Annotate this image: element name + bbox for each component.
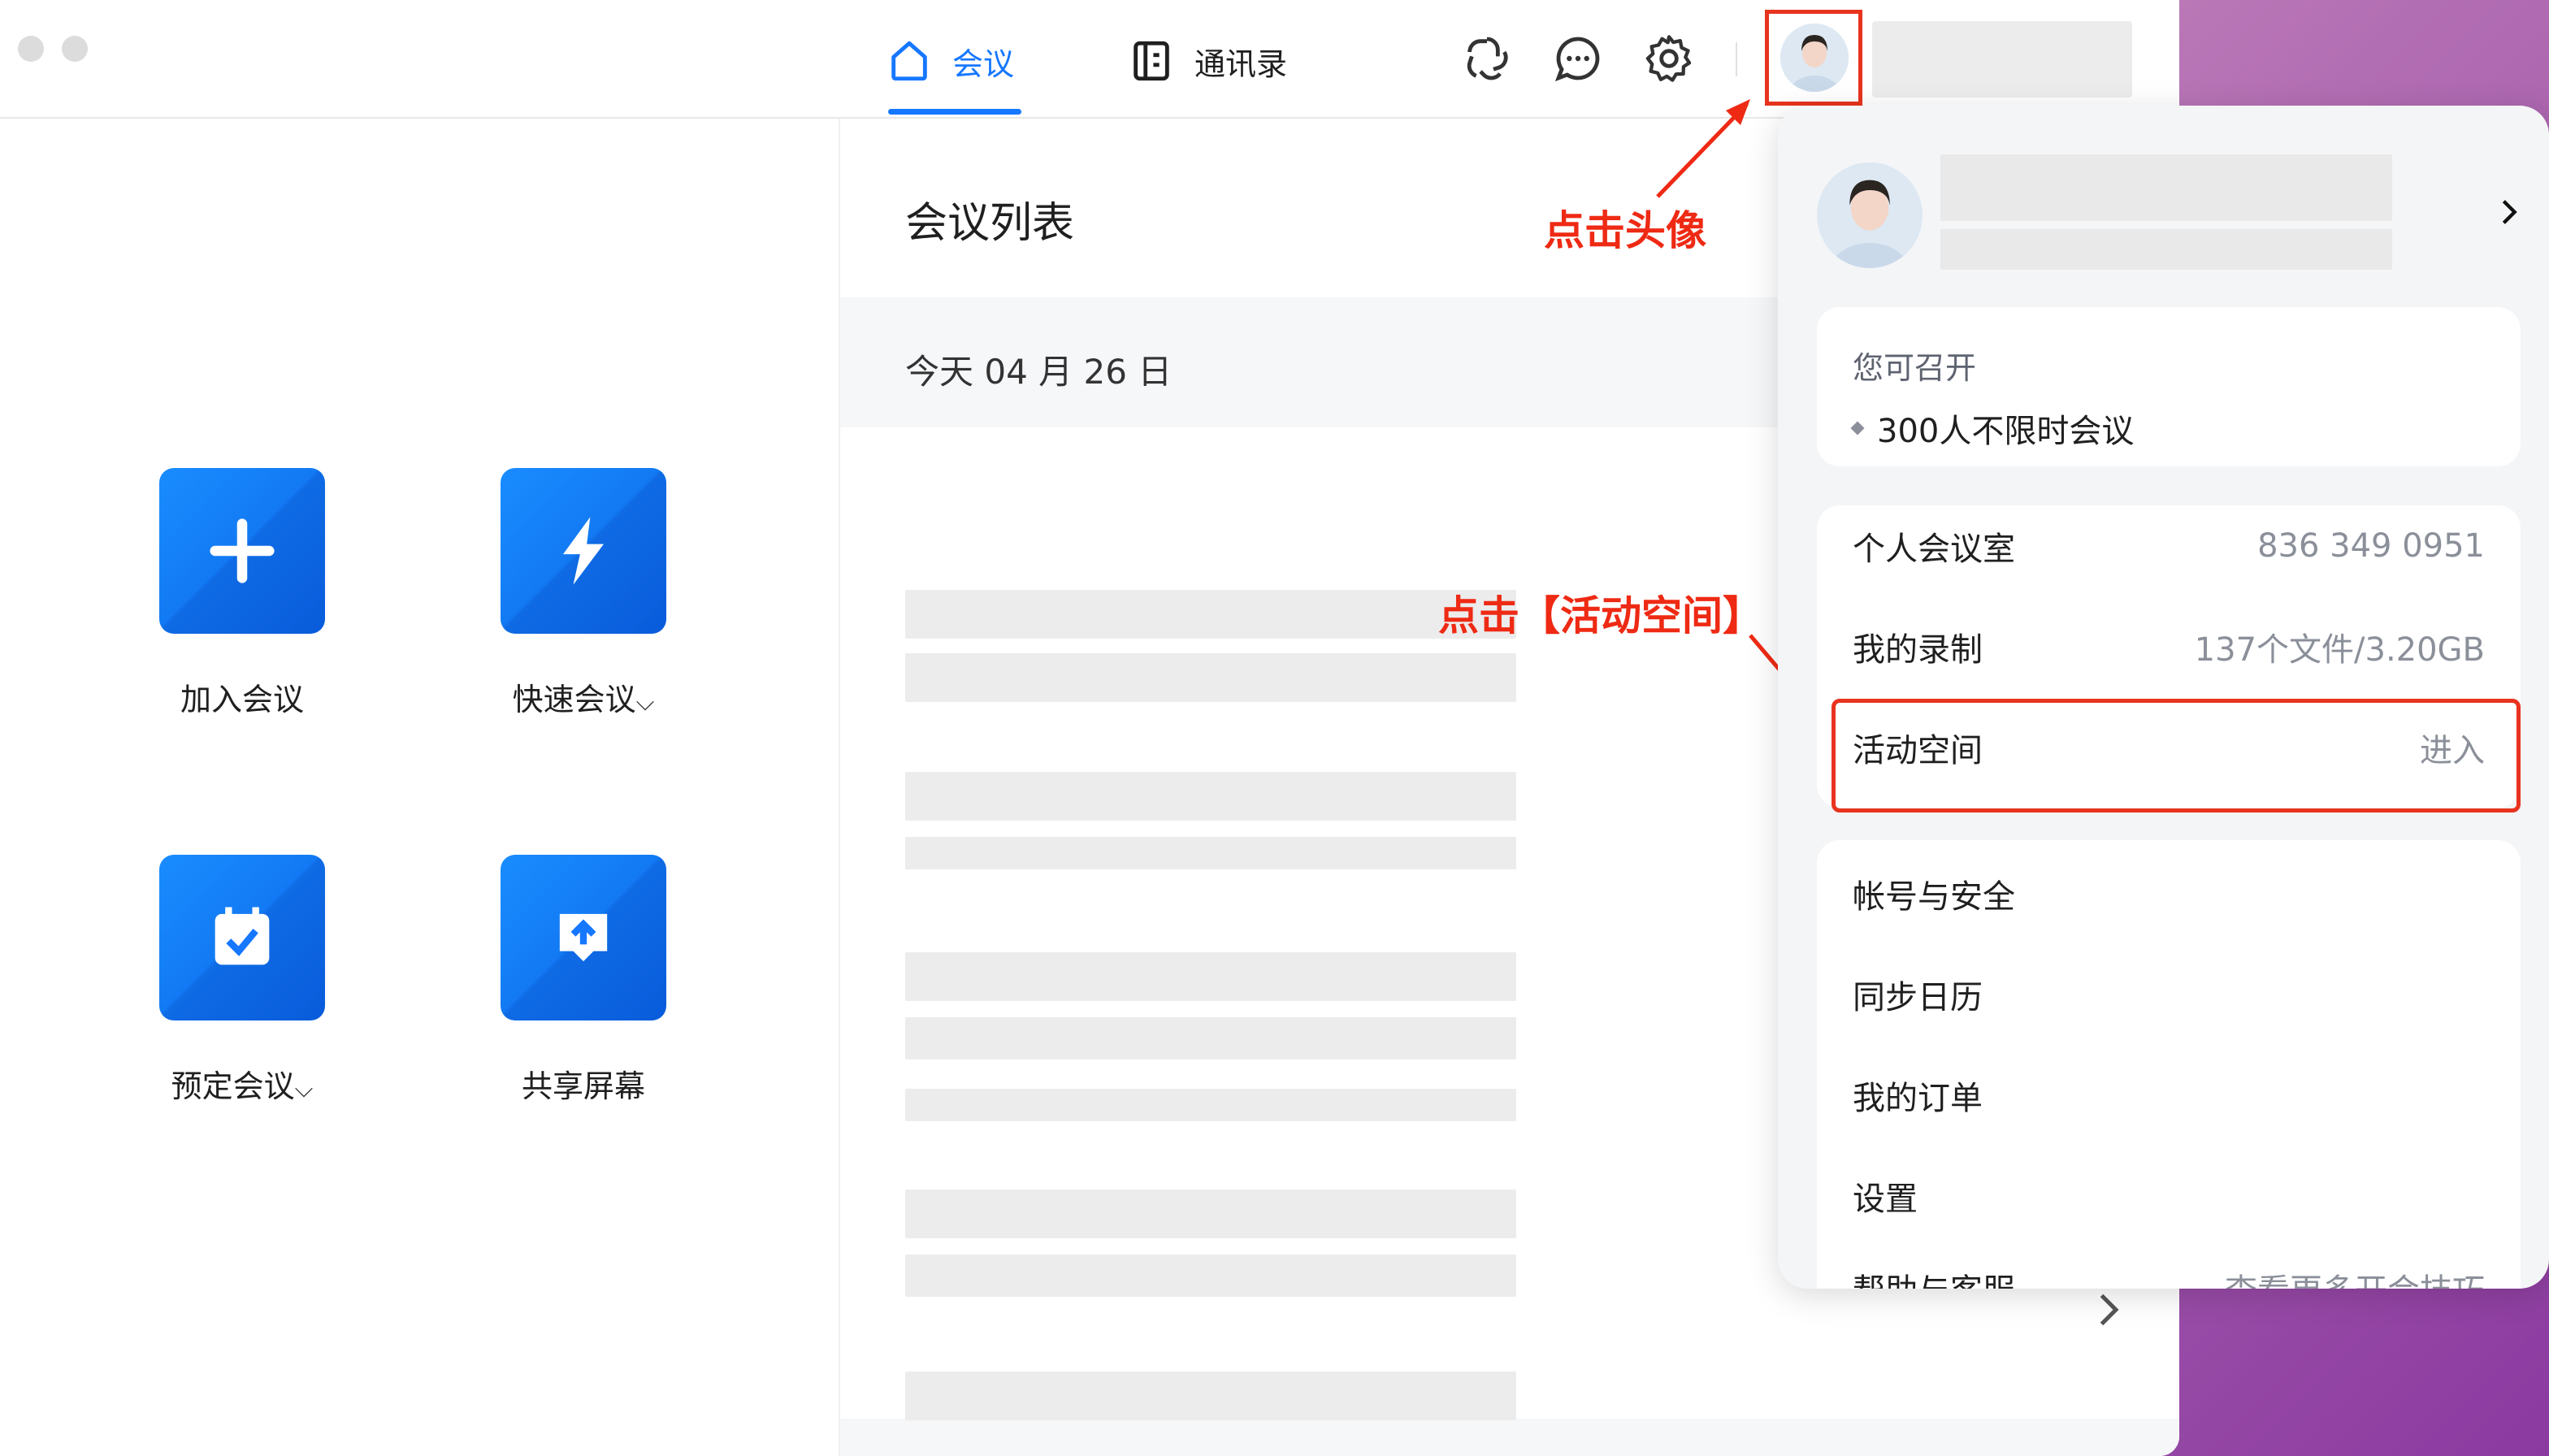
- join-meeting-label: 加入会议: [180, 682, 304, 717]
- active-tab-indicator: [888, 109, 1021, 115]
- activity-space-highlight: [1832, 699, 2521, 812]
- profile-header[interactable]: [1778, 106, 2549, 297]
- date-group-label: 今天 04 月 26 日: [905, 352, 1173, 392]
- annotation-click-avatar: 点击头像: [1544, 207, 1706, 254]
- arrow-to-avatar: [1656, 99, 1750, 198]
- tab-meetings-label: 会议: [952, 46, 1015, 82]
- capability-item-label: 300人不限时会议: [1877, 413, 2135, 450]
- page-title: 会议列表: [905, 199, 1075, 248]
- list-item-placeholder: [905, 772, 1516, 821]
- personal-room-row[interactable]: 个人会议室 836 349 0951: [1853, 522, 2485, 570]
- ai-assistant-icon[interactable]: [1461, 32, 1513, 84]
- schedule-meeting-action[interactable]: 预定会议⌵: [72, 855, 413, 1106]
- menu-item-label: 我的订单: [1853, 1080, 1983, 1117]
- schedule-meeting-button[interactable]: [159, 855, 325, 1020]
- menu-item-account-security[interactable]: 帐号与安全: [1853, 869, 2485, 918]
- profile-subtitle-placeholder: [1940, 229, 2392, 270]
- join-meeting-action[interactable]: 加入会议: [72, 468, 413, 719]
- bullet-icon: [1850, 421, 1865, 436]
- chevron-down-icon[interactable]: ⌵: [295, 1075, 314, 1103]
- quick-meeting-action[interactable]: 快速会议⌵: [413, 468, 754, 719]
- tab-contacts[interactable]: 通讯录: [1128, 37, 1287, 84]
- avatar: [1817, 162, 1923, 268]
- chevron-right-icon[interactable]: [2493, 192, 2525, 232]
- window-minimize-button[interactable]: [62, 36, 88, 62]
- quick-meeting-button[interactable]: [501, 468, 666, 634]
- menu-card: 帐号与安全 同步日历 我的订单 设置 帮助与客服 查看更多开会技巧: [1817, 840, 2521, 1289]
- schedule-meeting-label: 预定会议⌵: [171, 1068, 314, 1104]
- capability-item: 300人不限时会议: [1850, 405, 2135, 452]
- personal-room-label: 个人会议室: [1853, 531, 2015, 568]
- contacts-icon: [1134, 41, 1169, 81]
- list-item-placeholder: [905, 1017, 1516, 1060]
- personal-room-id: 836 349 0951: [2257, 527, 2485, 565]
- chevron-right-icon[interactable]: [2083, 1285, 2132, 1334]
- home-icon: [891, 41, 927, 81]
- annotation-click-activity: 点击【活动空间】: [1438, 592, 1763, 639]
- quick-meeting-label: 快速会议⌵: [512, 682, 655, 717]
- calendar-check-icon: [215, 907, 270, 965]
- menu-item-settings[interactable]: 设置: [1853, 1172, 2485, 1220]
- share-screen-icon: [559, 913, 608, 962]
- lightning-icon: [563, 517, 604, 585]
- chevron-down-icon[interactable]: ⌵: [636, 688, 655, 717]
- list-item-placeholder: [905, 1190, 1516, 1238]
- list-item-placeholder: [905, 590, 1516, 639]
- recordings-summary: 137个文件/3.20GB: [2194, 631, 2485, 669]
- profile-name-placeholder: [1940, 154, 2392, 221]
- list-item-placeholder: [905, 1372, 1516, 1420]
- settings-icon[interactable]: [1643, 32, 1695, 84]
- my-recordings-row[interactable]: 我的录制 137个文件/3.20GB: [1853, 622, 2485, 671]
- menu-item-help[interactable]: 帮助与客服 查看更多开会技巧: [1853, 1264, 2485, 1289]
- user-avatar-button[interactable]: [1765, 10, 1862, 106]
- share-screen-button[interactable]: [501, 855, 666, 1020]
- list-item-placeholder: [905, 653, 1516, 702]
- window-close-button[interactable]: [18, 36, 44, 62]
- username-placeholder: [1872, 21, 2132, 98]
- menu-item-label: 帐号与安全: [1853, 878, 2015, 916]
- help-link[interactable]: 查看更多开会技巧: [2225, 1264, 2485, 1289]
- quick-actions-panel: 加入会议 快速会议⌵ 预定会议⌵ 共享屏幕: [0, 119, 840, 1456]
- menu-item-label: 同步日历: [1853, 979, 1983, 1016]
- help-label: 帮助与客服: [1853, 1264, 2015, 1289]
- list-item-placeholder: [905, 952, 1516, 1001]
- menu-item-label: 设置: [1853, 1181, 1918, 1218]
- menu-item-my-orders[interactable]: 我的订单: [1853, 1071, 2485, 1120]
- menu-item-sync-calendar[interactable]: 同步日历: [1853, 970, 2485, 1019]
- share-screen-label: 共享屏幕: [521, 1068, 645, 1104]
- plus-icon: [210, 518, 275, 583]
- list-item-placeholder: [905, 1089, 1516, 1121]
- capability-card: 您可召开 300人不限时会议: [1817, 307, 2521, 466]
- title-bar: 会议 通讯录: [0, 0, 2179, 119]
- join-meeting-button[interactable]: [159, 468, 325, 634]
- my-recordings-label: 我的录制: [1853, 631, 1983, 669]
- list-item-placeholder: [905, 1254, 1516, 1297]
- capability-title: 您可召开: [1853, 350, 1977, 386]
- share-screen-action[interactable]: 共享屏幕: [413, 855, 754, 1106]
- tab-meetings[interactable]: 会议: [886, 37, 1014, 84]
- tab-contacts-label: 通讯录: [1194, 46, 1288, 82]
- chat-icon[interactable]: [1552, 32, 1604, 84]
- toolbar-divider: [1736, 42, 1737, 76]
- profile-popover: 您可召开 300人不限时会议 个人会议室 836 349 0951 我的录制 1…: [1778, 106, 2549, 1289]
- list-item-placeholder: [905, 837, 1516, 869]
- avatar: [1780, 24, 1849, 92]
